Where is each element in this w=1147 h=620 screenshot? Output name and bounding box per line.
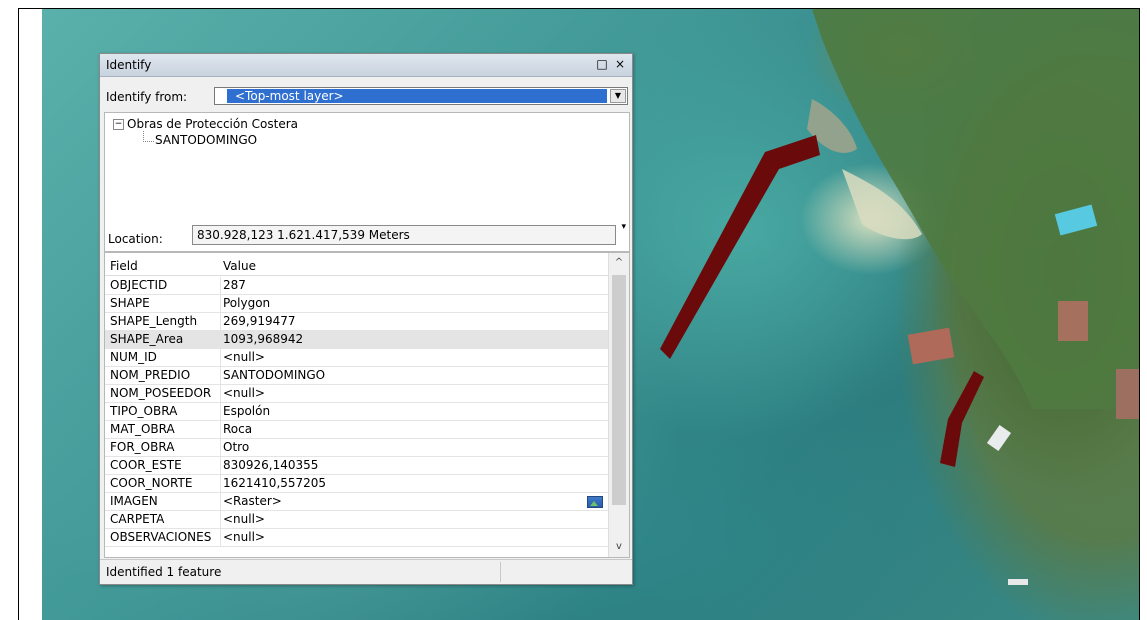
pin-icon[interactable]: ▾ — [621, 222, 626, 232]
status-divider — [500, 562, 501, 582]
field-cell: NOM_PREDIO — [110, 367, 221, 384]
boat-shape — [986, 424, 1012, 452]
value-cell: Roca — [223, 422, 253, 436]
grid-header: Field Value — [105, 253, 609, 276]
value-cell: <Raster> — [223, 494, 282, 508]
field-cell: NUM_ID — [110, 349, 221, 366]
value-cell: <null> — [223, 350, 265, 364]
vertical-scrollbar[interactable]: ^ v — [608, 253, 629, 557]
scroll-thumb[interactable] — [612, 275, 626, 505]
value-cell: Otro — [223, 440, 250, 454]
scroll-down-icon[interactable]: v — [611, 539, 627, 555]
field-cell: COOR_NORTE — [110, 475, 221, 492]
screenshot-frame: Identify □ × Identify from: <Top-most la… — [18, 8, 1140, 620]
tree-node-layer[interactable]: − Obras de Protección Costera — [113, 117, 298, 131]
value-cell: 1093,968942 — [223, 332, 304, 346]
table-row[interactable]: OBJECTID 287 — [105, 277, 609, 295]
grid-rows: OBJECTID 287 SHAPE Polygon SHAPE_Length 269,9… — [105, 277, 609, 547]
table-row[interactable]: SHAPE_Length 269,919477 — [105, 313, 609, 331]
field-cell: TIPO_OBRA — [110, 403, 221, 420]
table-row[interactable]: TIPO_OBRA Espolón — [105, 403, 609, 421]
tree-connector — [143, 131, 154, 142]
status-text: Identified 1 feature — [106, 565, 222, 579]
identify-titlebar[interactable]: Identify □ × — [100, 54, 632, 77]
identify-from-dropdown[interactable]: <Top-most layer> ▼ — [214, 87, 628, 105]
field-cell: SHAPE — [110, 295, 221, 312]
value-cell: Espolón — [223, 404, 271, 418]
field-cell: COOR_ESTE — [110, 457, 221, 474]
attribute-grid[interactable]: Field Value OBJECTID 287 SHAPE Polygon SHAPE… — [104, 252, 630, 558]
chevron-down-icon[interactable]: ▼ — [610, 89, 626, 103]
building-shape — [1116, 369, 1139, 419]
table-row[interactable]: SHAPE Polygon — [105, 295, 609, 313]
identify-from-value: <Top-most layer> — [227, 89, 607, 103]
collapse-icon[interactable]: − — [113, 119, 124, 130]
value-cell: 287 — [223, 278, 246, 292]
raster-image-icon[interactable] — [587, 496, 603, 508]
identify-from-label: Identify from: — [106, 90, 188, 104]
field-cell: MAT_OBRA — [110, 421, 221, 438]
field-cell: CARPETA — [110, 511, 221, 528]
table-row[interactable]: OBSERVACIONES <null> — [105, 529, 609, 547]
field-cell: OBJECTID — [110, 277, 221, 294]
boat-shape — [1008, 579, 1028, 585]
identify-window[interactable]: Identify □ × Identify from: <Top-most la… — [99, 53, 633, 585]
column-header-field[interactable]: Field — [110, 259, 138, 273]
window-title: Identify — [106, 58, 152, 72]
value-cell: SANTODOMINGO — [223, 368, 326, 382]
close-icon[interactable]: × — [612, 56, 628, 72]
table-row[interactable]: FOR_OBRA Otro — [105, 439, 609, 457]
location-field[interactable]: 830.928,123 1.621.417,539 Meters — [192, 225, 616, 245]
field-cell: SHAPE_Area — [110, 331, 221, 348]
value-cell: <null> — [223, 530, 265, 544]
value-cell: <null> — [223, 386, 265, 400]
table-row[interactable]: NOM_PREDIO SANTODOMINGO — [105, 367, 609, 385]
field-cell: SHAPE_Length — [110, 313, 221, 330]
scroll-up-icon[interactable]: ^ — [611, 255, 627, 271]
building-shape — [1058, 301, 1088, 341]
field-cell: IMAGEN — [110, 493, 221, 510]
column-header-value[interactable]: Value — [223, 259, 256, 273]
table-row[interactable]: IMAGEN <Raster> — [105, 493, 609, 511]
value-cell: <null> — [223, 512, 265, 526]
building-shape — [907, 327, 955, 365]
value-cell: 830926,140355 — [223, 458, 319, 472]
field-cell: OBSERVACIONES — [110, 529, 221, 546]
status-bar: Identified 1 feature — [100, 559, 632, 584]
table-row[interactable]: CARPETA <null> — [105, 511, 609, 529]
tree-node-feature[interactable]: SANTODOMINGO — [155, 133, 257, 147]
table-row[interactable]: COOR_ESTE 830926,140355 — [105, 457, 609, 475]
field-cell: FOR_OBRA — [110, 439, 221, 456]
field-cell: NOM_POSEEDOR — [110, 385, 221, 402]
value-cell: 269,919477 — [223, 314, 296, 328]
table-row[interactable]: MAT_OBRA Roca — [105, 421, 609, 439]
value-cell: Polygon — [223, 296, 271, 310]
table-row[interactable]: COOR_NORTE 1621410,557205 — [105, 475, 609, 493]
table-row[interactable]: SHAPE_Area 1093,968942 — [105, 331, 609, 349]
restore-icon[interactable]: □ — [594, 56, 610, 72]
table-row[interactable]: NOM_POSEEDOR <null> — [105, 385, 609, 403]
location-label: Location: — [108, 232, 163, 246]
value-cell: 1621410,557205 — [223, 476, 327, 490]
groyne-feature-small[interactable] — [940, 371, 984, 467]
groyne-feature-large[interactable] — [660, 135, 820, 359]
table-row[interactable]: NUM_ID <null> — [105, 349, 609, 367]
tree-layer-label: Obras de Protección Costera — [127, 117, 298, 131]
